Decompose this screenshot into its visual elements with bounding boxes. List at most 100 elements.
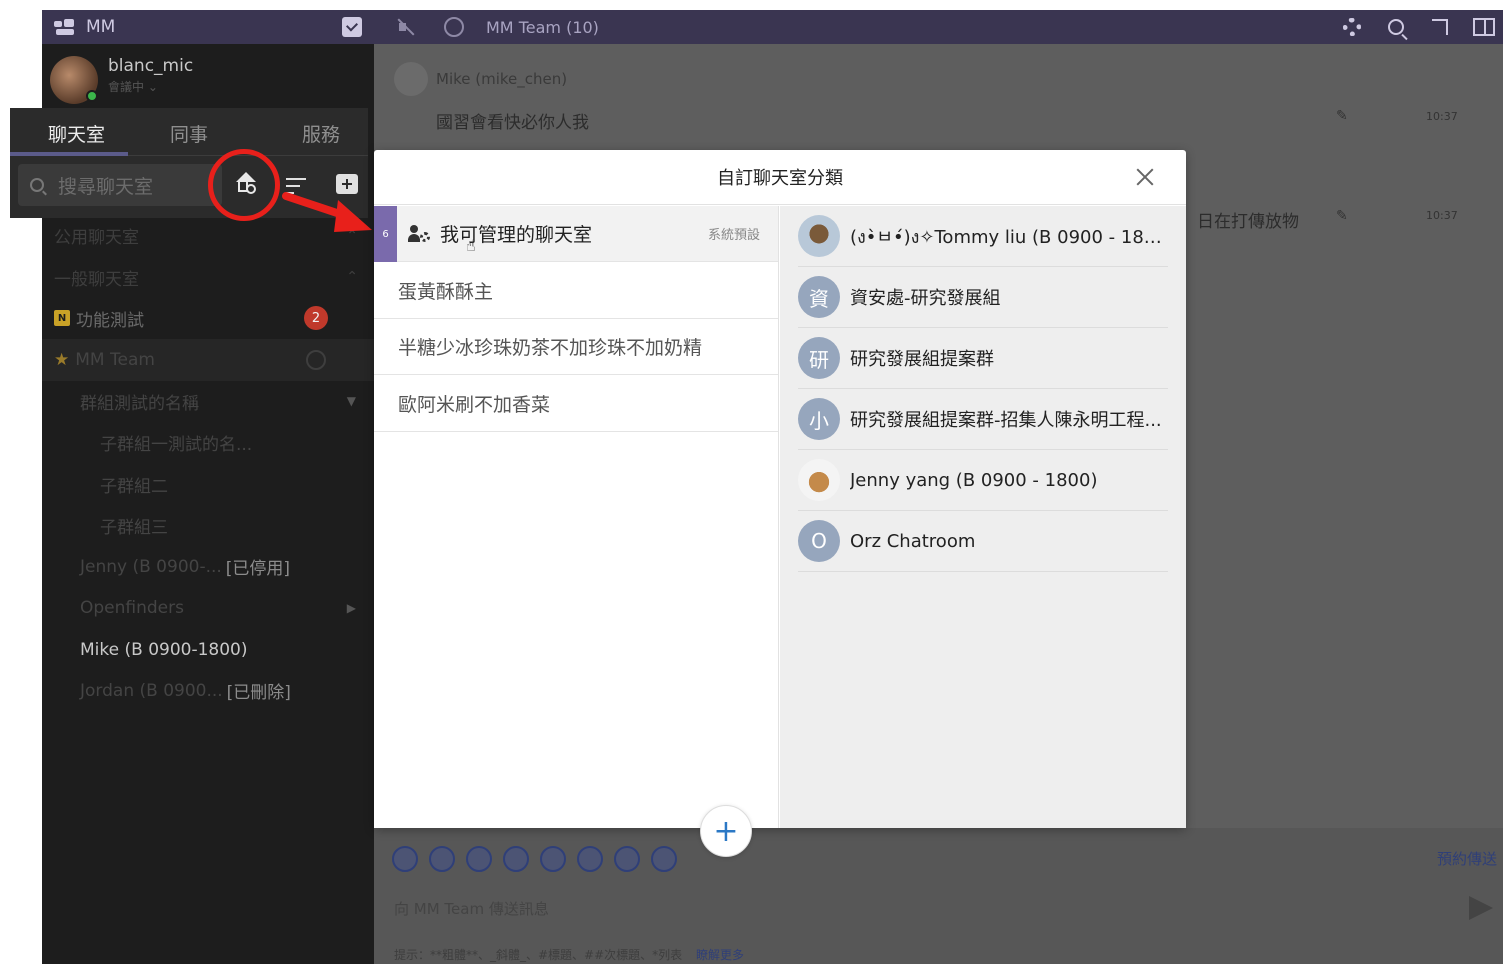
send-icon[interactable] xyxy=(1469,896,1493,920)
online-status-dot xyxy=(86,90,98,102)
hint-text: 提示：**粗體**、_斜體_、#標題、##次標題、*列表 xyxy=(394,948,683,962)
crop-icon[interactable] xyxy=(540,846,566,872)
compose-toolbar xyxy=(392,846,688,872)
mute-icon[interactable] xyxy=(396,17,416,37)
category-item[interactable]: 歐阿米刷不加香菜 xyxy=(374,375,778,432)
edit-icon[interactable]: ✎ xyxy=(1336,208,1348,224)
room-item-function-test[interactable]: N 功能測試 2 xyxy=(42,298,374,339)
list-item[interactable]: (ง•̀ㅂ•́)ง✧Tommy liu (B 0900 - 1800) xyxy=(798,206,1168,267)
popout-icon[interactable] xyxy=(1429,16,1451,38)
room-item-group-test[interactable]: 群組測試的名稱 ▼ xyxy=(42,381,374,422)
search-icon xyxy=(30,178,44,192)
room-item-jenny[interactable]: Jenny (B 0900-... [已停用] xyxy=(42,546,374,587)
room-label: 子群組一測試的名... xyxy=(100,435,253,456)
category-count: 6 xyxy=(374,206,397,262)
room-item-mm-team[interactable]: ★ MM Team xyxy=(42,339,374,381)
timer-icon xyxy=(306,349,326,370)
avatar[interactable] xyxy=(50,56,98,104)
category-label: 歐阿米刷不加香菜 xyxy=(398,393,551,416)
room-label: Mike (B 0900-1800) xyxy=(80,639,248,660)
plus-icon: + xyxy=(713,813,739,849)
caret-down-icon[interactable]: ▼ xyxy=(347,394,356,408)
room-name: 研究發展組提案群 xyxy=(850,349,994,370)
compose-area: 預約傳送 向 MM Team 傳送訊息 提示：**粗體**、_斜體_、#標題、#… xyxy=(374,828,1503,964)
channel-header: MM Team (10) xyxy=(374,10,1503,44)
caret-right-icon[interactable]: ▶ xyxy=(347,601,356,615)
attach-icon[interactable] xyxy=(392,846,418,872)
new-tag-icon: N xyxy=(54,310,70,327)
gear-icon[interactable] xyxy=(1341,16,1363,38)
section-general-rooms[interactable]: 一般聊天室 ⌃ xyxy=(42,256,374,297)
category-item[interactable]: 蛋黃酥酥主 xyxy=(374,262,778,319)
user-status[interactable]: 會議中 ⌄ xyxy=(108,78,193,95)
task-check-icon[interactable] xyxy=(342,17,362,37)
avatar: O xyxy=(798,520,840,562)
room-list: 公用聊天室 ⌃ 一般聊天室 ⌃ N 功能測試 2 ★ MM Team 群組測試的… xyxy=(42,215,374,712)
list-item[interactable]: 資 資安處-研究發展組 xyxy=(798,267,1168,328)
channel-title[interactable]: MM Team (10) xyxy=(486,18,1341,37)
add-category-button[interactable]: + xyxy=(700,805,752,857)
room-label: Jenny (B 0900-... xyxy=(80,556,222,577)
message-time: 10:37 xyxy=(1426,110,1458,123)
close-icon[interactable] xyxy=(1134,166,1156,188)
room-label: 子群組二 xyxy=(100,476,168,497)
dialog-header: 自訂聊天室分類 xyxy=(374,150,1186,205)
layout-toggle-icon[interactable] xyxy=(1473,16,1495,38)
list-item[interactable]: 研 研究發展組提案群 xyxy=(798,328,1168,389)
room-label: Jordan (B 0900... xyxy=(80,680,223,701)
room-item-mike[interactable]: Mike (B 0900-1800) xyxy=(42,629,374,670)
room-item-subgroup-2[interactable]: 子群組二 xyxy=(42,463,374,504)
tab-colleagues[interactable]: 同事 xyxy=(170,108,208,147)
expand-toggle-icon[interactable]: ⌃ xyxy=(346,269,358,285)
sticker-icon[interactable] xyxy=(466,846,492,872)
room-label: Openfinders xyxy=(80,598,184,619)
room-item-subgroup-3[interactable]: 子群組三 xyxy=(42,505,374,546)
edit-icon[interactable]: ✎ xyxy=(1336,108,1348,124)
message-input[interactable]: 向 MM Team 傳送訊息 xyxy=(394,898,549,919)
timer-icon[interactable] xyxy=(444,17,464,37)
star-icon: ★ xyxy=(54,349,70,370)
mention-icon[interactable] xyxy=(614,846,640,872)
hand-cursor-icon: ☝ xyxy=(466,236,476,255)
room-item-openfinders[interactable]: Openfinders ▶ xyxy=(42,588,374,629)
room-item-subgroup-1[interactable]: 子群組一測試的名... xyxy=(42,422,374,463)
room-item-jordan[interactable]: Jordan (B 0900... [已刪除] xyxy=(42,670,374,711)
room-name: Orz Chatroom xyxy=(850,530,976,552)
search-icon[interactable] xyxy=(1385,16,1407,38)
disabled-tag: [已停用] xyxy=(225,559,291,580)
user-name: blanc_mic xyxy=(108,56,194,76)
list-item[interactable]: 小 研究發展組提案群-招集人陳永明工程... xyxy=(798,389,1168,450)
room-label: 群組測試的名稱 xyxy=(80,393,199,414)
room-label: MM Team xyxy=(75,349,155,370)
learn-more-link[interactable]: 瞭解更多 xyxy=(696,948,744,962)
message-sender[interactable]: Mike (mike_chen) xyxy=(436,70,567,88)
category-item[interactable]: 半糖少冰珍珠奶茶不加珍珠不加奶精 xyxy=(374,319,778,375)
search-input[interactable]: 搜尋聊天室 xyxy=(18,164,222,206)
category-room-list: (ง•̀ㅂ•́)ง✧Tommy liu (B 0900 - 1800) 資 資安… xyxy=(780,206,1186,828)
category-item-manageable[interactable]: 6 我可管理的聊天室 系統預設 ☝ xyxy=(374,206,778,262)
list-item[interactable]: O Orz Chatroom xyxy=(798,511,1168,572)
category-label: 我可管理的聊天室 xyxy=(440,224,593,246)
org-logo-icon xyxy=(54,19,76,35)
search-placeholder: 搜尋聊天室 xyxy=(58,175,154,198)
message-text: ，日在打傳放物 xyxy=(1180,212,1299,232)
schedule-send-button[interactable]: 預約傳送 xyxy=(1437,848,1497,869)
eraser-icon[interactable] xyxy=(429,846,455,872)
pointer-arrow xyxy=(282,192,372,232)
list-icon[interactable] xyxy=(651,846,677,872)
video-icon[interactable] xyxy=(503,846,529,872)
list-item[interactable]: Jenny yang (B 0900 - 1800) xyxy=(798,450,1168,511)
tab-chatrooms[interactable]: 聊天室 xyxy=(48,108,105,147)
tab-services[interactable]: 服務 xyxy=(302,108,340,147)
user-profile[interactable]: blanc_mic 會議中 ⌄ xyxy=(50,56,193,106)
avatar[interactable] xyxy=(394,62,428,96)
category-list: 6 我可管理的聊天室 系統預設 ☝ 蛋黃酥酥主 半糖少冰珍珠奶茶不加珍珠不加奶精… xyxy=(374,206,779,857)
message-text: 國習會看快必你人我 xyxy=(436,113,589,133)
emoji-icon[interactable] xyxy=(577,846,603,872)
room-label: 子群組三 xyxy=(100,517,168,538)
app-title: MM xyxy=(86,17,116,37)
room-name: Jenny yang (B 0900 - 1800) xyxy=(850,469,1098,491)
category-label: 半糖少冰珍珠奶茶不加珍珠不加奶精 xyxy=(398,337,703,359)
message-time: 10:37 xyxy=(1426,209,1458,222)
section-label: 公用聊天室 xyxy=(54,228,139,249)
